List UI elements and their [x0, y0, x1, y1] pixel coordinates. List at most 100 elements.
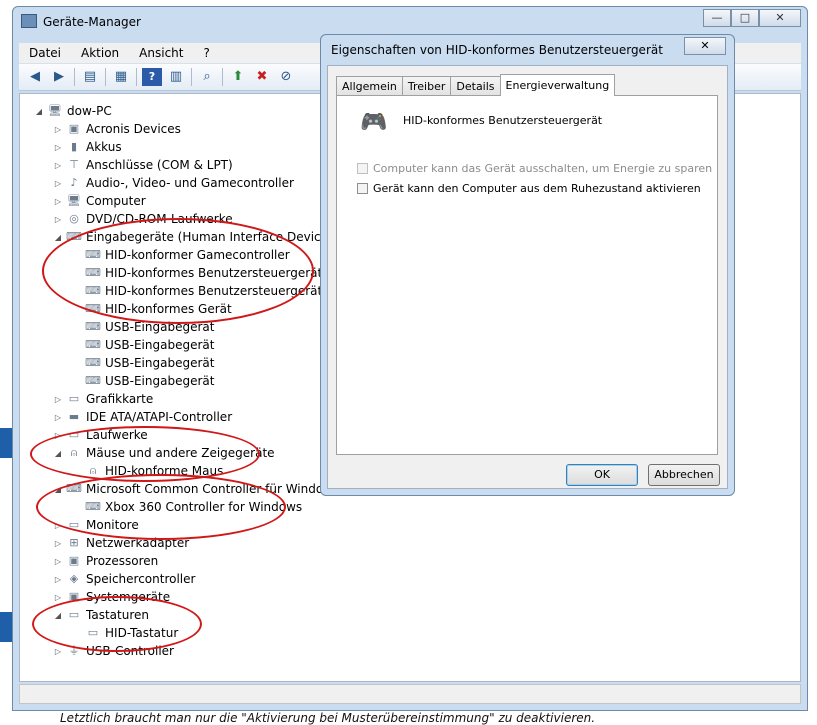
tree-node[interactable]: ▷ ▮ Akkus [53, 138, 122, 156]
tab-allgemein[interactable]: Allgemein [336, 76, 403, 96]
tree-node[interactable]: ▷ ▭ Monitore [53, 516, 139, 534]
computer-icon: 🖥 [67, 194, 81, 207]
tree-node[interactable]: ▷ ▭ Grafikkarte [53, 390, 153, 408]
tree-node[interactable]: ◢ ⍝ Mäuse und andere Zeigegeräte [53, 444, 275, 462]
tree-node[interactable]: ▷ ⊞ Netzwerkadapter [53, 534, 189, 552]
tree-node[interactable]: ◢ ▭ Tastaturen [53, 606, 149, 624]
tree-node[interactable]: ⍝ HID-konforme Maus [72, 462, 224, 480]
tree-node-label: USB-Eingabegerät [105, 356, 215, 370]
tree-node[interactable]: ⌨ Xbox 360 Controller for Windows [72, 498, 302, 516]
expander-icon[interactable]: ▷ [53, 539, 63, 548]
expander-icon[interactable]: ▷ [53, 575, 63, 584]
cancel-button[interactable]: Abbrechen [648, 464, 720, 486]
expander-icon[interactable]: ▷ [53, 413, 63, 422]
tree-node-label: Computer [86, 194, 146, 208]
title-bar[interactable]: Geräte-Manager — □ ✕ [13, 7, 807, 37]
tree-node-label: USB-Eingabegerät [105, 374, 215, 388]
toolbar-separator [74, 68, 75, 86]
tab-energieverwaltung[interactable]: Energieverwaltung [499, 74, 616, 96]
close-button[interactable]: ✕ [759, 9, 801, 27]
expander-icon[interactable]: ▷ [53, 557, 63, 566]
menu-aktion[interactable]: Aktion [71, 46, 129, 60]
tree-node[interactable]: ⌨ USB-Eingabegerät [72, 318, 214, 336]
hid-icon: ⌨ [85, 356, 101, 369]
tree-node[interactable]: ▷ ▣ Systemgeräte [53, 588, 170, 606]
disable-icon[interactable]: ⊘ [276, 68, 296, 86]
back-arrow-icon[interactable]: ◀ [25, 68, 45, 86]
tree-node-label: Grafikkarte [86, 392, 154, 406]
tree-node-label: Monitore [86, 518, 139, 532]
uninstall-icon[interactable]: ✖ [252, 68, 272, 86]
tree-node[interactable]: ◢ 🖥 dow-PC [34, 102, 112, 120]
expander-icon[interactable]: ▷ [53, 143, 63, 152]
tab-strip: Allgemein Treiber Details Energieverwalt… [336, 74, 616, 96]
expander-icon[interactable]: ◢ [53, 233, 63, 242]
expander-icon[interactable]: ▷ [53, 521, 63, 530]
tree-node[interactable]: ⌨ HID-konformes Benutzersteuergerät [72, 264, 322, 282]
expander-icon[interactable]: ▷ [53, 593, 63, 602]
expander-icon[interactable]: ▷ [53, 431, 63, 440]
monitor-icon: ▭ [68, 518, 80, 531]
tree-node[interactable]: ▷ ◈ Speichercontroller [53, 570, 196, 588]
tree-node-label: dow-PC [67, 104, 112, 118]
expander-icon[interactable]: ▷ [53, 197, 63, 206]
menu-help[interactable]: ? [193, 46, 219, 60]
checkbox-box[interactable] [357, 183, 368, 194]
properties-icon[interactable]: ▦ [111, 68, 131, 86]
show-hide-console-tree-icon[interactable]: ▤ [80, 68, 100, 86]
dialog-body: Allgemein Treiber Details Energieverwalt… [327, 65, 728, 489]
scan-hardware-icon[interactable]: ⌕ [197, 68, 217, 86]
tab-treiber[interactable]: Treiber [401, 76, 452, 96]
expander-icon[interactable]: ▷ [53, 161, 63, 170]
expander-icon[interactable]: ▷ [53, 125, 63, 134]
tree-node[interactable]: ⌨ USB-Eingabegerät [72, 372, 214, 390]
tree-node[interactable]: ⌨ USB-Eingabegerät [72, 354, 214, 372]
minimize-button[interactable]: — [703, 9, 731, 27]
expander-icon[interactable]: ◢ [34, 107, 44, 116]
help-icon[interactable]: ? [142, 68, 162, 86]
tree-node-label: Speichercontroller [86, 572, 196, 586]
expander-icon[interactable]: ◢ [53, 449, 63, 458]
expander-icon[interactable]: ▷ [53, 647, 63, 656]
ok-button[interactable]: OK [566, 464, 638, 486]
tab-details[interactable]: Details [450, 76, 501, 96]
expander-icon[interactable]: ▷ [53, 179, 63, 188]
menu-ansicht[interactable]: Ansicht [129, 46, 193, 60]
tree-node[interactable]: ▭ HID-Tastatur [72, 624, 179, 642]
expander-icon[interactable]: ◢ [53, 611, 63, 620]
forward-arrow-icon[interactable]: ▶ [49, 68, 69, 86]
action-pane-icon[interactable]: ▥ [166, 68, 186, 86]
dialog-close-button[interactable]: ✕ [684, 37, 726, 55]
toolbar-separator [222, 68, 223, 86]
tree-node[interactable]: ◢ ⌨ Eingabegeräte (Human Interface Devices… [53, 228, 339, 246]
network-icon: ⊞ [69, 536, 79, 549]
allow-wake-checkbox[interactable]: Gerät kann den Computer aus dem Ruhezust… [357, 182, 701, 195]
expander-icon[interactable]: ▷ [53, 215, 63, 224]
tree-node[interactable]: ⌨ HID-konformes Gerät [72, 300, 232, 318]
tree-node[interactable]: ⌨ USB-Eingabegerät [72, 336, 214, 354]
tree-node[interactable]: ⌨ HID-konformer Gamecontroller [72, 246, 290, 264]
maximize-button[interactable]: □ [731, 9, 759, 27]
tree-node[interactable]: ▷ 🖥 Computer [53, 192, 146, 210]
device-name: HID-konformes Benutzersteuergerät [403, 114, 603, 127]
menu-datei[interactable]: Datei [19, 46, 71, 60]
tree-node[interactable]: ▷ ◎ DVD/CD-ROM-Laufwerke [53, 210, 233, 228]
expander-icon[interactable]: ▷ [53, 395, 63, 404]
tree-node[interactable]: ▷ ⏚ USB-Controller [53, 642, 174, 660]
checkbox-label: Gerät kann den Computer aus dem Ruhezust… [373, 182, 701, 195]
tree-node[interactable]: ▷ ▬ IDE ATA/ATAPI-Controller [53, 408, 232, 426]
hid-icon: ⌨ [66, 230, 82, 243]
tree-node[interactable]: ▷ ▭ Laufwerke [53, 426, 148, 444]
checkbox-box[interactable] [357, 163, 368, 174]
tree-node[interactable]: ▷ ▣ Prozessoren [53, 552, 158, 570]
tree-node[interactable]: ⌨ HID-konformes Benutzersteuergerät [72, 282, 322, 300]
allow-power-off-checkbox[interactable]: Computer kann das Gerät ausschalten, um … [357, 162, 712, 175]
device-icon: ▣ [68, 122, 80, 135]
tree-node[interactable]: ▷ ▣ Acronis Devices [53, 120, 181, 138]
update-driver-icon[interactable]: ⬆ [228, 68, 248, 86]
tree-node-label: USB-Eingabegerät [105, 338, 215, 352]
expander-icon[interactable]: ◢ [53, 485, 63, 494]
tree-node[interactable]: ▷ ⊤ Anschlüsse (COM & LPT) [53, 156, 233, 174]
background-article-text: Letztlich braucht man nur die "Aktivieru… [60, 711, 596, 725]
tree-node[interactable]: ▷ ♪ Audio-, Video- und Gamecontroller [53, 174, 294, 192]
